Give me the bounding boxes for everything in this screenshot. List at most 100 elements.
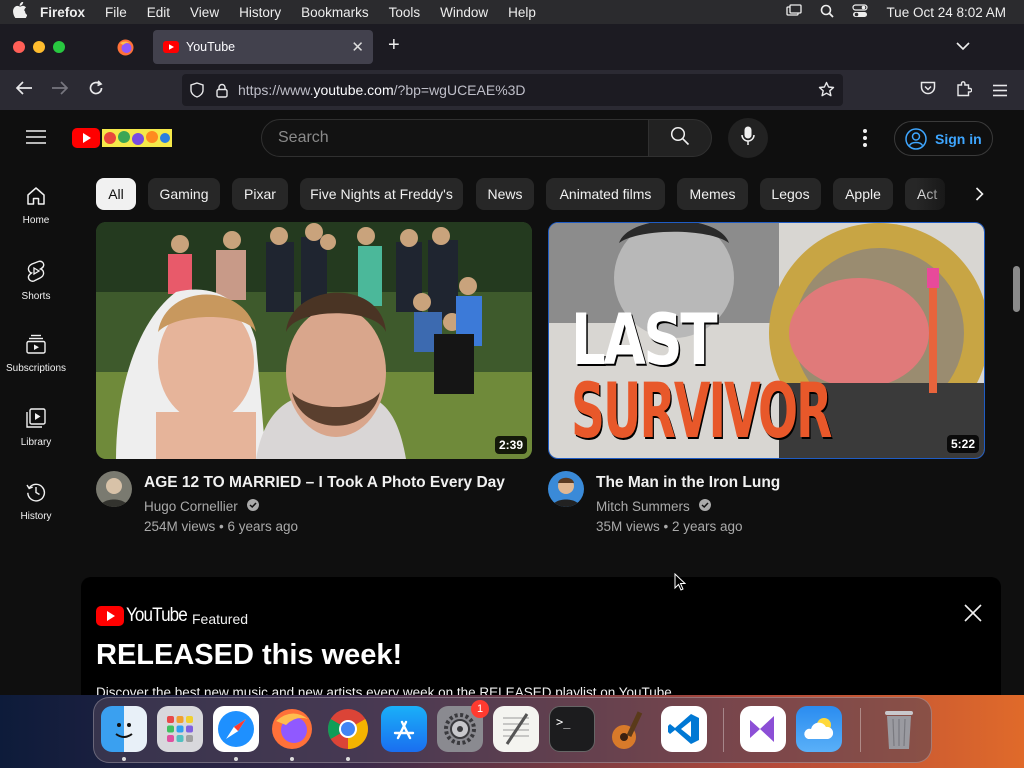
video-title[interactable]: AGE 12 TO MARRIED – I Took A Photo Every… <box>144 474 505 492</box>
tab-close-icon[interactable]: ✕ <box>351 38 364 56</box>
chip-animated-films[interactable]: Animated films <box>546 178 665 210</box>
menu-view[interactable]: View <box>190 5 219 20</box>
system-settings-icon[interactable]: 1 <box>437 700 489 752</box>
chrome-icon[interactable] <box>325 706 371 752</box>
dock-separator <box>723 708 724 752</box>
video-thumbnail[interactable]: LAST SURVIVOR 5:22 <box>548 222 985 459</box>
url-bar[interactable]: https://www.youtube.com/?bp=wgUCEAE%3D <box>182 74 843 106</box>
video-title[interactable]: The Man in the Iron Lung <box>596 474 780 492</box>
firefox-icon[interactable] <box>269 706 315 752</box>
vscode-icon[interactable] <box>661 706 707 752</box>
launchpad-icon[interactable] <box>157 706 203 752</box>
control-center-icon[interactable] <box>852 3 869 21</box>
browser-tab-youtube[interactable]: YouTube ✕ <box>153 30 373 64</box>
spotlight-search-icon[interactable] <box>820 4 835 21</box>
sign-in-label: Sign in <box>935 130 982 147</box>
menu-history[interactable]: History <box>239 5 281 20</box>
microphone-icon <box>741 126 755 151</box>
new-tab-icon[interactable]: + <box>388 34 400 57</box>
chip-gaming[interactable]: Gaming <box>148 178 220 210</box>
video-duration: 2:39 <box>494 436 527 454</box>
voice-search-button[interactable] <box>728 118 768 158</box>
chip-apple[interactable]: Apple <box>833 178 893 210</box>
firefox-view-icon[interactable] <box>117 39 134 61</box>
sidebar-label-home: Home <box>22 215 50 226</box>
menu-help[interactable]: Help <box>508 5 536 20</box>
navigation-toolbar: https://www.youtube.com/?bp=wgUCEAE%3D <box>0 70 1024 110</box>
back-arrow-icon[interactable] <box>15 80 33 101</box>
verified-check-icon <box>246 499 259 514</box>
visual-studio-icon[interactable] <box>740 706 786 752</box>
search-icon <box>670 126 690 151</box>
chip-memes[interactable]: Memes <box>677 178 748 210</box>
safari-icon[interactable] <box>213 706 259 752</box>
forward-arrow-icon[interactable] <box>51 80 69 101</box>
reload-icon[interactable] <box>88 80 104 101</box>
menu-tools[interactable]: Tools <box>389 5 421 20</box>
chip-five-nights-at-freddys[interactable]: Five Nights at Freddy's <box>300 178 463 210</box>
video-thumbnail[interactable]: 2:39 <box>96 222 532 459</box>
settings-more-vertical-icon[interactable] <box>862 128 868 153</box>
menubar-clock[interactable]: Tue Oct 24 8:02 AM <box>886 5 1006 20</box>
app-store-icon[interactable] <box>381 706 427 752</box>
menu-app-name[interactable]: Firefox <box>40 5 85 20</box>
sidebar-item-home[interactable]: Home <box>0 176 72 246</box>
screen-mirroring-icon[interactable] <box>786 4 803 20</box>
hamburger-menu-icon[interactable] <box>992 82 1008 102</box>
terminal-icon[interactable]: >_ <box>549 706 595 752</box>
window-close-button[interactable] <box>13 41 25 53</box>
bookmark-star-icon[interactable] <box>818 81 835 101</box>
chip-pixar[interactable]: Pixar <box>232 178 288 210</box>
sign-in-button[interactable]: Sign in <box>894 121 993 156</box>
featured-close-icon[interactable] <box>964 604 982 627</box>
sidebar-item-library[interactable]: Library <box>0 398 72 468</box>
apple-menu-icon[interactable] <box>0 1 40 22</box>
window-zoom-button[interactable] <box>53 41 65 53</box>
sidebar-item-subscriptions[interactable]: Subscriptions <box>0 324 72 394</box>
window-minimize-button[interactable] <box>33 41 45 53</box>
lock-icon[interactable] <box>216 83 228 98</box>
chips-next-chevron-right-icon[interactable] <box>975 187 984 206</box>
url-domain: youtube.com <box>313 82 394 98</box>
pocket-icon[interactable] <box>920 81 936 101</box>
featured-playlist-banner: YouTube Featured RELEASED this week! Dis… <box>81 577 1001 695</box>
chips-fade-overlay <box>916 178 996 210</box>
menu-edit[interactable]: Edit <box>147 5 170 20</box>
garageband-icon[interactable] <box>605 706 651 752</box>
chip-legos[interactable]: Legos <box>760 178 821 210</box>
finder-icon[interactable] <box>101 706 147 752</box>
list-all-tabs-chevron-down-icon[interactable] <box>956 38 970 56</box>
page-scrollbar-thumb[interactable] <box>1013 266 1020 312</box>
running-indicator-dot <box>346 757 350 761</box>
video-duration: 5:22 <box>946 435 979 453</box>
channel-avatar[interactable] <box>548 471 584 507</box>
channel-name-row[interactable]: Mitch Summers <box>596 499 711 514</box>
weather-icon[interactable] <box>796 706 842 752</box>
chip-all[interactable]: All <box>96 178 136 210</box>
menu-window[interactable]: Window <box>440 5 488 20</box>
textedit-icon[interactable] <box>493 706 539 752</box>
mouse-cursor-icon <box>674 572 687 596</box>
search-button[interactable] <box>648 119 712 157</box>
youtube-doodle-logo[interactable] <box>72 128 172 153</box>
mini-guide-sidebar: Home Shorts Subscriptions Library Histor… <box>0 166 72 546</box>
category-chips-bar: All Gaming Pixar Five Nights at Freddy's… <box>96 178 996 212</box>
channel-name-row[interactable]: Hugo Cornellier <box>144 499 259 514</box>
guide-menu-icon[interactable] <box>26 129 46 150</box>
featured-description: Discover the best new music and new arti… <box>96 685 676 695</box>
subscriptions-icon <box>26 334 46 357</box>
menu-bookmarks[interactable]: Bookmarks <box>301 5 369 20</box>
channel-name: Hugo Cornellier <box>144 499 238 514</box>
trash-icon[interactable] <box>876 706 922 752</box>
search-input[interactable]: Search <box>261 119 649 157</box>
home-icon <box>26 186 46 209</box>
chip-news[interactable]: News <box>476 178 534 210</box>
url-text: https://www.youtube.com/?bp=wgUCEAE%3D <box>238 82 526 98</box>
tab-title: YouTube <box>186 40 236 54</box>
sidebar-item-shorts[interactable]: Shorts <box>0 250 72 320</box>
menu-file[interactable]: File <box>105 5 127 20</box>
tracking-protection-shield-icon[interactable] <box>190 82 204 98</box>
channel-avatar[interactable] <box>96 471 132 507</box>
extensions-puzzle-icon[interactable] <box>956 80 973 102</box>
sidebar-item-history[interactable]: History <box>0 472 72 542</box>
